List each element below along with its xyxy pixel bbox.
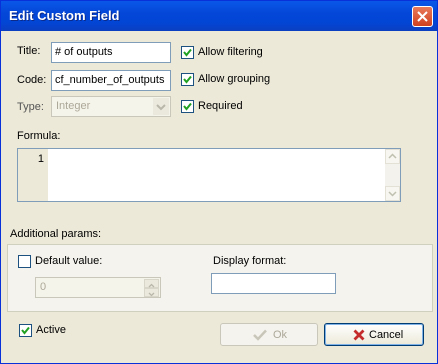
checkmark-icon xyxy=(21,326,30,335)
checkbox-box[interactable] xyxy=(18,255,31,268)
formula-label: Formula: xyxy=(17,130,61,142)
allow-filtering-label: Allow filtering xyxy=(198,46,263,58)
default-value-text: 0 xyxy=(40,281,47,293)
type-value: Integer xyxy=(56,100,91,112)
checkbox-box[interactable] xyxy=(181,100,194,113)
chevron-up-icon xyxy=(388,153,397,159)
title-bar[interactable]: Edit Custom Field xyxy=(1,1,437,31)
chevron-down-icon xyxy=(388,191,397,197)
checkmark-icon xyxy=(183,48,192,57)
vertical-scrollbar[interactable] xyxy=(385,149,400,201)
title-input[interactable]: # of outputs xyxy=(51,42,171,63)
dialog-window: Edit Custom Field Title: # of outputs Co… xyxy=(0,0,438,364)
additional-params-label: Additional params: xyxy=(10,228,102,240)
cancel-button[interactable]: Cancel xyxy=(324,323,424,346)
code-label: Code: xyxy=(17,74,47,86)
checkbox-box[interactable] xyxy=(19,324,32,337)
code-input[interactable]: cf_number_of_outputs xyxy=(51,70,171,91)
checkmark-icon xyxy=(183,75,192,84)
formula-editor[interactable]: 1 xyxy=(17,148,401,202)
default-value-label: Default value: xyxy=(35,255,103,267)
required-label: Required xyxy=(198,100,243,112)
cancel-x-icon xyxy=(353,329,365,341)
active-label: Active xyxy=(36,324,66,336)
type-select[interactable]: Integer xyxy=(51,96,171,117)
spin-up-button[interactable] xyxy=(144,279,159,288)
chevron-down-icon xyxy=(148,292,155,297)
checkmark-icon xyxy=(253,329,267,341)
chevron-down-icon xyxy=(153,98,169,115)
title-label: Title: xyxy=(17,45,41,57)
display-format-label: Display format: xyxy=(213,255,287,267)
display-format-input[interactable] xyxy=(211,273,336,294)
scroll-down-button[interactable] xyxy=(385,186,400,201)
scroll-up-button[interactable] xyxy=(385,149,400,164)
ok-label: Ok xyxy=(273,329,288,341)
default-value-spinner[interactable]: 0 xyxy=(35,277,161,298)
type-label: Type: xyxy=(17,101,44,113)
allow-grouping-label: Allow grouping xyxy=(198,73,271,85)
line-number: 1 xyxy=(37,153,44,165)
spin-down-button[interactable] xyxy=(144,288,159,297)
line-gutter: 1 xyxy=(18,149,48,201)
close-icon xyxy=(417,11,428,22)
close-button[interactable] xyxy=(412,6,433,27)
cancel-label: Cancel xyxy=(369,329,404,341)
dialog-title: Edit Custom Field xyxy=(9,8,120,23)
checkbox-box[interactable] xyxy=(181,73,194,86)
checkmark-icon xyxy=(183,102,192,111)
ok-button[interactable]: Ok xyxy=(220,323,318,346)
checkbox-box[interactable] xyxy=(181,46,194,59)
